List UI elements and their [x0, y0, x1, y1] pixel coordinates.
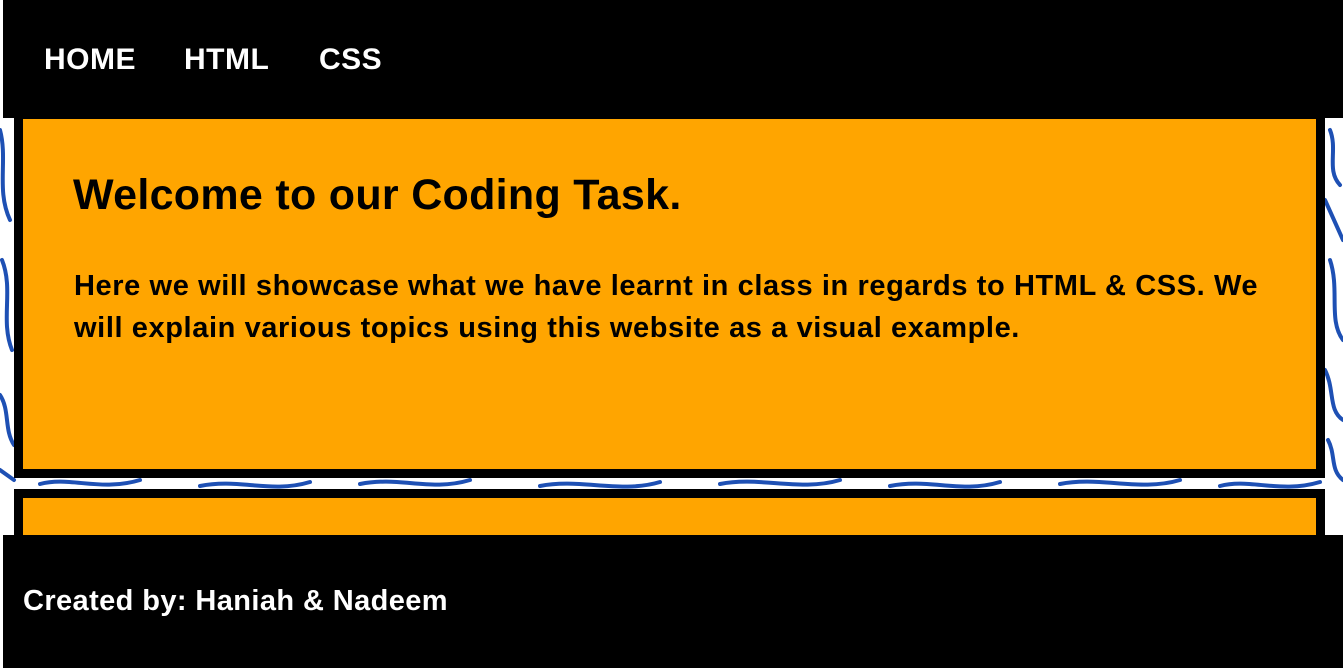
nav-link-html[interactable]: HTML [184, 42, 269, 78]
footer-credit: Created by: Haniah & Nadeem [23, 585, 448, 617]
nav-link-css[interactable]: CSS [319, 42, 382, 78]
page-title: Welcome to our Coding Task. [73, 171, 682, 219]
welcome-card: Welcome to our Coding Task. Here we will… [14, 110, 1325, 478]
intro-paragraph: Here we will showcase what we have learn… [74, 270, 1259, 344]
nav-link-home[interactable]: HOME [44, 42, 136, 78]
top-navigation-bar: HOME HTML CSS [3, 0, 1343, 118]
page-footer: Created by: Haniah & Nadeem [3, 535, 1343, 668]
